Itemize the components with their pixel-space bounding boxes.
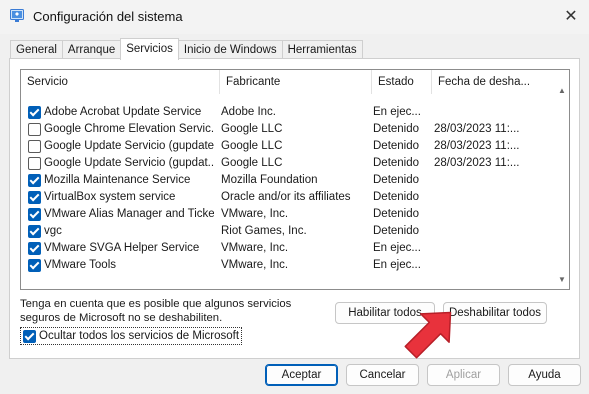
service-disabled-date xyxy=(434,206,528,223)
service-status: Detenido xyxy=(373,140,420,152)
list-header: Servicio Fabricante Estado Fecha de desh… xyxy=(21,70,569,94)
service-name: VMware Tools xyxy=(44,259,117,271)
hide-microsoft-checkbox[interactable] xyxy=(23,329,36,343)
service-manufacturer: Oracle and/or its affiliates xyxy=(221,191,351,203)
service-disabled-date: 28/03/2023 11:... xyxy=(434,140,520,152)
table-row[interactable]: vgc Riot Games, Inc. Detenido xyxy=(21,223,569,240)
table-row[interactable]: VMware SVGA Helper Service VMware, Inc. En… xyxy=(21,240,569,257)
tab-herramientas[interactable]: Herramientas xyxy=(281,40,363,59)
table-row[interactable]: Mozilla Maintenance Service Mozilla Found… xyxy=(21,172,569,189)
service-disabled-date: 28/03/2023 11:... xyxy=(434,157,520,169)
help-button[interactable]: Ayuda xyxy=(508,364,581,386)
service-name: Mozilla Maintenance Service xyxy=(44,174,191,186)
service-manufacturer: Google LLC xyxy=(221,157,283,169)
service-status: En ejec... xyxy=(373,106,421,118)
service-checkbox[interactable] xyxy=(28,225,41,238)
tab-arranque[interactable]: Arranque xyxy=(61,40,122,59)
close-icon: ✕ xyxy=(564,8,578,25)
service-manufacturer: Mozilla Foundation xyxy=(221,174,318,186)
service-status: Detenido xyxy=(373,191,420,203)
service-name: Adobe Acrobat Update Service xyxy=(44,106,202,118)
service-status: Detenido xyxy=(373,225,420,237)
system-config-icon xyxy=(10,9,24,22)
service-checkbox[interactable] xyxy=(28,106,41,119)
services-list[interactable]: Servicio Fabricante Estado Fecha de desh… xyxy=(20,69,570,290)
table-row[interactable]: VMware Alias Manager and Ticke... VMware,… xyxy=(21,206,569,223)
ok-button[interactable]: Aceptar xyxy=(265,364,338,386)
service-manufacturer: VMware, Inc. xyxy=(221,259,289,271)
service-status: Detenido xyxy=(373,174,420,186)
scroll-up-icon[interactable]: ▲ xyxy=(557,86,567,96)
table-row[interactable]: Google Chrome Elevation Servic... Google … xyxy=(21,121,569,138)
service-name: Google Update Servicio (gupdat... xyxy=(44,157,214,169)
window-title: Configuración del sistema xyxy=(33,9,183,24)
table-row[interactable]: VirtualBox system service Oracle and/or i… xyxy=(21,189,569,206)
tab-servicios[interactable]: Servicios xyxy=(120,38,179,60)
service-disabled-date xyxy=(434,257,528,274)
service-disabled-date xyxy=(434,172,528,189)
service-status: Detenido xyxy=(373,123,420,135)
tab-strip: General Arranque Servicios Inicio de Win… xyxy=(10,38,363,60)
column-header-manufacturer[interactable]: Fabricante xyxy=(219,70,369,94)
service-checkbox[interactable] xyxy=(28,191,41,204)
table-row[interactable]: Google Update Servicio (gupdate) Google L… xyxy=(21,138,569,155)
service-manufacturer: Adobe Inc. xyxy=(221,106,276,118)
service-disabled-date xyxy=(434,189,528,206)
title-bar: Configuración del sistema ✕ xyxy=(0,0,589,34)
service-manufacturer: Riot Games, Inc. xyxy=(221,225,307,237)
service-status: Detenido xyxy=(373,208,420,220)
service-checkbox[interactable] xyxy=(28,174,41,187)
service-name: VMware SVGA Helper Service xyxy=(44,242,200,254)
services-panel: Servicio Fabricante Estado Fecha de desh… xyxy=(9,58,580,359)
service-disabled-date xyxy=(434,104,528,121)
service-disabled-date xyxy=(434,223,528,240)
service-manufacturer: Google LLC xyxy=(221,140,283,152)
tab-inicio-windows[interactable]: Inicio de Windows xyxy=(177,40,283,59)
service-checkbox[interactable] xyxy=(28,123,41,136)
service-checkbox[interactable] xyxy=(28,157,41,170)
annotation-arrow-icon xyxy=(404,311,452,359)
service-manufacturer: VMware, Inc. xyxy=(221,208,289,220)
table-row[interactable]: Google Update Servicio (gupdat... Google … xyxy=(21,155,569,172)
service-checkbox[interactable] xyxy=(28,259,41,272)
column-header-disabled-date[interactable]: Fecha de desha... xyxy=(431,70,529,94)
service-name: VirtualBox system service xyxy=(44,191,176,203)
service-checkbox[interactable] xyxy=(28,208,41,221)
service-status: En ejec... xyxy=(373,242,421,254)
service-status: Detenido xyxy=(373,157,420,169)
service-disabled-date xyxy=(434,240,528,257)
service-name: VMware Alias Manager and Ticke... xyxy=(44,208,214,220)
column-header-service[interactable]: Servicio xyxy=(21,70,219,94)
service-name: Google Chrome Elevation Servic... xyxy=(44,123,214,135)
service-manufacturer: VMware, Inc. xyxy=(221,242,289,254)
table-row[interactable]: Adobe Acrobat Update Service Adobe Inc. En… xyxy=(21,104,569,121)
tab-general[interactable]: General xyxy=(10,40,63,59)
apply-button[interactable]: Aplicar xyxy=(427,364,500,386)
close-button[interactable]: ✕ xyxy=(556,4,586,28)
service-manufacturer: Google LLC xyxy=(221,123,283,135)
service-status: En ejec... xyxy=(373,259,421,271)
service-disabled-date: 28/03/2023 11:... xyxy=(434,123,520,135)
scroll-down-icon[interactable]: ▼ xyxy=(557,275,567,285)
service-checkbox[interactable] xyxy=(28,242,41,255)
service-name: vgc xyxy=(44,225,62,237)
service-checkbox[interactable] xyxy=(28,140,41,153)
hide-microsoft-label: Ocultar todos los servicios de Microsoft xyxy=(39,330,240,342)
column-header-status[interactable]: Estado xyxy=(371,70,431,94)
table-row[interactable]: VMware Tools VMware, Inc. En ejec... xyxy=(21,257,569,274)
microsoft-services-note: Tenga en cuenta que es posible que algun… xyxy=(20,298,292,324)
service-name: Google Update Servicio (gupdate) xyxy=(44,140,214,152)
hide-microsoft-services-option[interactable]: Ocultar todos los servicios de Microsoft xyxy=(20,327,243,345)
cancel-button[interactable]: Cancelar xyxy=(346,364,419,386)
